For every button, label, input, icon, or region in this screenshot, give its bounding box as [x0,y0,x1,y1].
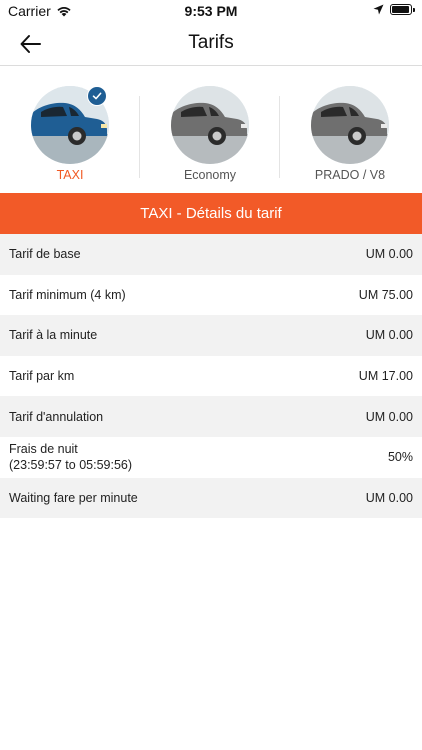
fare-value: UM 17.00 [358,369,413,384]
fare-row-cancellation: Tarif d'annulation UM 0.00 [0,396,422,437]
vehicle-option-economy[interactable]: Economy [140,66,280,193]
fare-value: UM 0.00 [365,328,413,343]
fare-label: Tarif de base [9,247,81,262]
fare-label: Tarif minimum (4 km) [9,287,126,302]
vehicle-label-economy: Economy [183,168,237,182]
vehicle-image-economy [171,86,249,164]
page-title: Tarifs [188,32,234,53]
fare-row-base: Tarif de base UM 0.00 [0,234,422,275]
fare-label: Waiting fare per minute [9,490,138,505]
fare-label-main: Frais de nuit [9,442,78,457]
vehicle-option-taxi[interactable]: TAXI [0,66,140,193]
fare-label-time-range: (23:59:57 to 05:59:56) [9,458,133,473]
fare-row-minimum: Tarif minimum (4 km) UM 75.00 [0,275,422,316]
vehicle-image-prado [311,86,389,164]
navigation-bar: Tarifs [0,22,422,66]
fare-details-list: Tarif de base UM 0.00 Tarif minimum (4 k… [0,234,422,519]
fare-value: UM 0.00 [365,247,413,262]
selected-check-icon [87,86,107,106]
fare-row-per-minute: Tarif à la minute UM 0.00 [0,315,422,356]
status-bar: Carrier 9:53 PM [0,0,422,22]
location-arrow-icon [373,4,384,15]
fare-value: UM 75.00 [358,287,413,302]
vehicle-label-prado: PRADO / V8 [314,168,386,182]
fare-details-header: TAXI - Détails du tarif [0,193,422,234]
battery-icon [390,4,415,15]
fare-row-waiting: Waiting fare per minute UM 0.00 [0,477,422,519]
vehicle-label-taxi: TAXI [56,168,84,182]
fare-label: Tarif par km [9,369,75,384]
status-time: 9:53 PM [184,3,238,19]
fare-value: 50% [387,450,413,465]
fare-value: UM 0.00 [365,409,413,424]
fare-label: Tarif à la minute [9,328,98,343]
vehicle-selector: TAXI Economy PRADO / V8 [0,66,422,193]
fare-label: Tarif d'annulation [9,409,104,424]
status-right [373,4,415,15]
fare-value: UM 0.00 [365,490,413,505]
fare-label: Frais de nuit (23:59:57 to 05:59:56) [9,441,132,473]
vehicle-option-prado[interactable]: PRADO / V8 [280,66,420,193]
fare-row-night: Frais de nuit (23:59:57 to 05:59:56) 50% [0,437,422,478]
fare-row-per-km: Tarif par km UM 17.00 [0,356,422,397]
